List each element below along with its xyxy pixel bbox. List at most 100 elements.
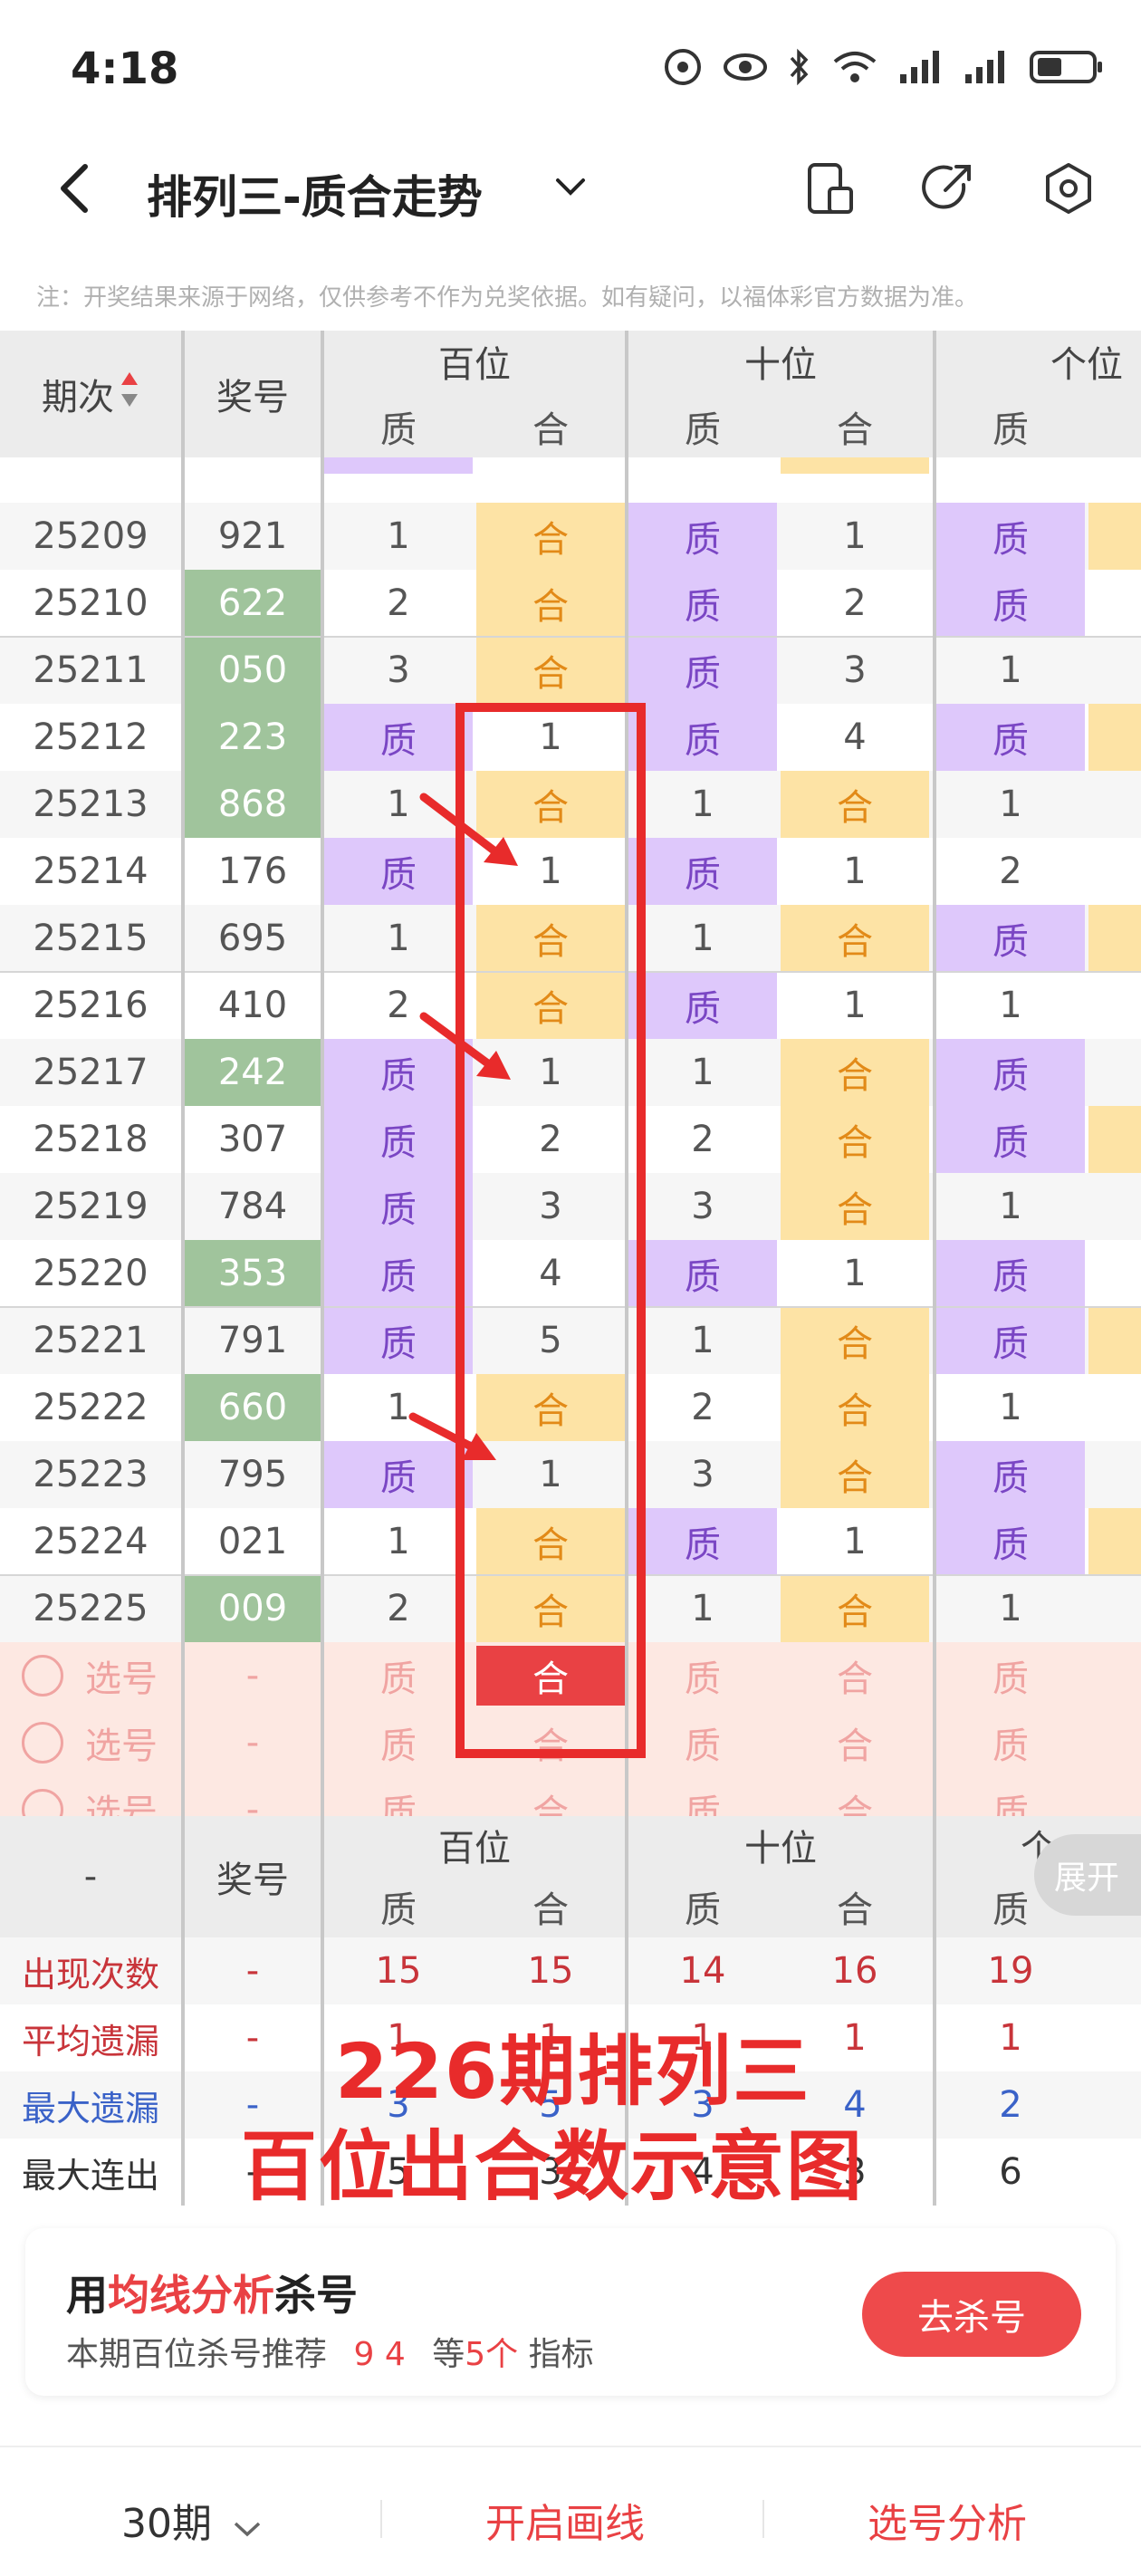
trend-cell: 1: [999, 783, 1022, 825]
stats-value: 16: [831, 1950, 878, 1992]
select-row-toggle[interactable]: 选号: [0, 1709, 181, 1776]
period-selector[interactable]: 30期: [121, 2491, 263, 2550]
period-cell: 25216: [33, 985, 149, 1026]
draw-line-button[interactable]: 开启画线: [485, 2491, 645, 2549]
status-time: 4:18: [71, 43, 179, 94]
column-divider: [181, 331, 185, 1861]
clipped-cell: [1088, 1240, 1141, 1307]
clipped-cell: [1088, 838, 1141, 905]
pick-cell[interactable]: 质: [628, 1709, 777, 1776]
select-row-toggle[interactable]: 选号: [0, 1642, 181, 1709]
trend-cell: 合: [476, 503, 625, 570]
status-bar: 4:18: [0, 0, 1141, 136]
separator: [380, 2500, 382, 2538]
chevron-down-icon: [232, 2504, 263, 2550]
promo-card[interactable]: 用均线分析杀号 本期百位杀号推荐 9 4 等5个 指标 去杀号: [25, 2228, 1116, 2396]
trend-cell: 质: [628, 637, 777, 704]
number-analysis-button[interactable]: 选号分析: [868, 2491, 1027, 2549]
sub-header-cell: 合: [837, 409, 873, 451]
clipped-cell: [1088, 503, 1141, 570]
promo-title: 用均线分析杀号: [66, 2263, 358, 2322]
period-cell: 25215: [33, 918, 149, 959]
trend-cell: 合: [781, 1039, 929, 1106]
pick-cell[interactable]: 质: [936, 1709, 1085, 1776]
sort-period-header[interactable]: 期次: [0, 331, 181, 457]
promo-title-c: 杀号: [274, 2271, 358, 2320]
trend-cell: 合: [781, 771, 929, 838]
trend-cell: 质: [936, 1508, 1085, 1575]
period-cell: 25223: [33, 1454, 149, 1495]
back-icon[interactable]: [56, 161, 92, 216]
trend-cell: 质: [936, 1106, 1085, 1173]
clipped-cell: [1088, 704, 1141, 771]
sort-icon[interactable]: [120, 370, 139, 418]
sub-header-cell: 质: [380, 409, 417, 451]
trend-cell: 1: [691, 783, 714, 825]
period-cell: 25212: [33, 716, 149, 758]
prize-number-cell: 795: [217, 1454, 288, 1495]
pick-cell[interactable]: 合: [781, 1642, 929, 1709]
radio-circle-icon[interactable]: [22, 1722, 63, 1764]
page-title[interactable]: 排列三-质合走势: [147, 161, 483, 226]
stats-group-hundreds: 百位: [438, 1828, 511, 1870]
trend-cell: 质: [936, 570, 1085, 637]
stats-sub-header: 质: [380, 1889, 417, 1931]
pick-cell[interactable]: 质: [324, 1709, 473, 1776]
period-cell: 25210: [33, 582, 149, 624]
status-icons: [663, 47, 1105, 91]
period-cell: 25214: [33, 851, 149, 892]
trend-cell: 2: [691, 1119, 714, 1160]
stats-value: 19: [987, 1950, 1034, 1992]
trend-cell: 质: [628, 1508, 777, 1575]
trend-cell: 3: [843, 649, 867, 691]
pick-cell[interactable]: 质: [628, 1642, 777, 1709]
period-cell: 25211: [33, 649, 149, 691]
clipped-cell: [1088, 570, 1141, 637]
trend-cell: 1: [691, 1052, 714, 1093]
pick-cell[interactable]: 质: [324, 1642, 473, 1709]
kill-number-button[interactable]: 去杀号: [862, 2272, 1081, 2357]
trend-cell: 质: [936, 704, 1085, 771]
trend-cell: 1: [691, 918, 714, 959]
group-header-tens: 十位: [744, 344, 817, 386]
promo-sub-a: 本期百位杀号推荐: [66, 2336, 328, 2373]
stats-value: 15: [375, 1950, 422, 1992]
trend-cell: 2: [691, 1387, 714, 1428]
stats-prize-header: 奖号: [216, 1860, 289, 1901]
trend-cell: 3: [387, 649, 410, 691]
trend-cell: 质: [324, 1307, 473, 1374]
period-cell: 25222: [33, 1387, 149, 1428]
trend-cell: 3: [691, 1186, 714, 1227]
prize-number-cell: 242: [185, 1039, 321, 1106]
scroll-strip: [0, 457, 1141, 503]
trend-cell: 合: [476, 637, 625, 704]
stats-row-dash: -: [245, 1950, 260, 1992]
signal-icon-1: [898, 47, 944, 91]
period-cell: 25218: [33, 1119, 149, 1160]
stats-sub-header: 合: [837, 1889, 873, 1931]
rotate-device-icon[interactable]: [802, 161, 857, 216]
expand-button[interactable]: 展开: [1034, 1834, 1141, 1916]
radio-circle-icon[interactable]: [22, 1655, 63, 1697]
trend-cell: 1: [999, 649, 1022, 691]
prize-number-cell: 176: [217, 851, 288, 892]
trend-cell: 1: [999, 1387, 1022, 1428]
bluetooth-icon: [788, 47, 811, 91]
prize-number-cell: 695: [217, 918, 288, 959]
trend-cell: 1: [843, 1521, 867, 1562]
settings-icon[interactable]: [1041, 161, 1096, 216]
pick-cell[interactable]: 合: [781, 1709, 929, 1776]
period-cell: 25221: [33, 1320, 149, 1361]
chevron-down-icon[interactable]: [554, 170, 587, 207]
promo-title-highlight: 均线分析: [108, 2271, 274, 2320]
clipped-cell: [1088, 1374, 1141, 1441]
clipped-cell: [1088, 1575, 1141, 1642]
prize-number-cell: 660: [185, 1374, 321, 1441]
pick-cell[interactable]: 质: [936, 1642, 1085, 1709]
share-icon[interactable]: [920, 161, 974, 216]
eye-icon: [723, 47, 768, 91]
trend-cell: 合: [781, 905, 929, 972]
trend-cell: 1: [387, 918, 410, 959]
stats-group-tens: 十位: [744, 1828, 817, 1870]
trend-cell: 1: [843, 1253, 867, 1294]
